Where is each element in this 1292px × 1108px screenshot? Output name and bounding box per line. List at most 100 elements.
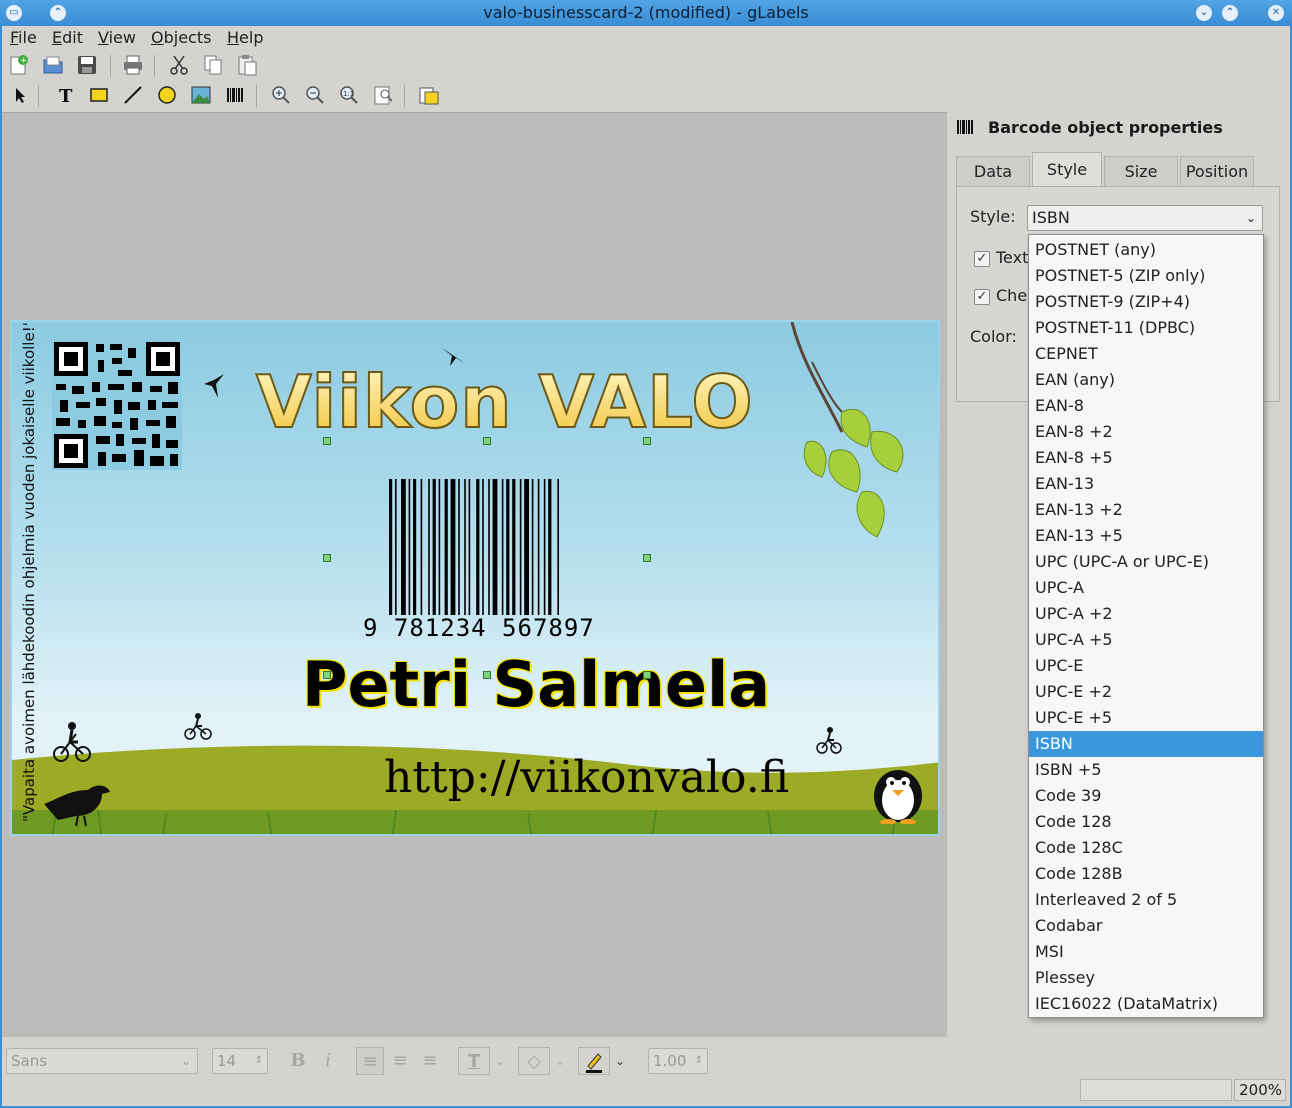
barcode-bar	[519, 479, 522, 615]
menu-objects[interactable]: Objects	[151, 28, 211, 47]
selection-handle[interactable]	[643, 554, 651, 562]
style-option[interactable]: EAN-8 +2	[1029, 419, 1263, 445]
zoom-fit-icon[interactable]	[370, 82, 396, 108]
line-width-spinner[interactable]: 1.00 ⇕	[648, 1048, 708, 1074]
box-icon[interactable]	[86, 82, 112, 108]
zoom-out-icon[interactable]	[302, 82, 328, 108]
style-option[interactable]: EAN-8	[1029, 393, 1263, 419]
style-option[interactable]: Plessey	[1029, 965, 1263, 991]
font-size-spinner[interactable]: 14 ⇕	[212, 1048, 268, 1074]
style-option[interactable]: POSTNET (any)	[1029, 237, 1263, 263]
style-option[interactable]: UPC-E	[1029, 653, 1263, 679]
text-icon[interactable]: T	[52, 82, 78, 108]
selection-handle[interactable]	[323, 554, 331, 562]
menu-help[interactable]: Help	[227, 28, 263, 47]
align-left-icon[interactable]: ≡	[356, 1047, 384, 1075]
barcode-bar	[531, 479, 534, 615]
selection-handle[interactable]	[643, 671, 651, 679]
image-icon[interactable]	[188, 82, 214, 108]
style-option[interactable]: Code 128C	[1029, 835, 1263, 861]
italic-icon[interactable]: i	[314, 1047, 342, 1075]
style-option[interactable]: UPC-E +2	[1029, 679, 1263, 705]
style-option[interactable]: EAN-8 +5	[1029, 445, 1263, 471]
cut-icon[interactable]	[166, 52, 192, 78]
barcode-bar	[548, 479, 552, 615]
menu-file[interactable]: File	[10, 28, 37, 47]
chevron-down-icon[interactable]: ⌄	[612, 1047, 628, 1075]
align-right-icon[interactable]: ≡	[416, 1047, 444, 1075]
selection-handle[interactable]	[483, 437, 491, 445]
copy-icon[interactable]	[200, 52, 226, 78]
style-option[interactable]: UPC-A	[1029, 575, 1263, 601]
menu-view[interactable]: View	[98, 28, 136, 47]
selection-handle[interactable]	[643, 437, 651, 445]
font-family-select[interactable]: Sans ⌄	[6, 1048, 198, 1074]
style-option[interactable]: Code 39	[1029, 783, 1263, 809]
style-option[interactable]: EAN-13 +2	[1029, 497, 1263, 523]
text-checkbox[interactable]: ✓	[974, 251, 990, 267]
maximize-icon[interactable]: ⌃	[1222, 5, 1238, 21]
tab-data[interactable]: Data	[956, 156, 1030, 186]
fill-color-icon[interactable]: ◇	[518, 1047, 550, 1075]
chevron-down-icon[interactable]: ⌄	[552, 1047, 568, 1075]
ellipse-icon[interactable]	[154, 82, 180, 108]
card-url[interactable]: http://viikonvalo.fi	[384, 752, 789, 803]
selection-handle[interactable]	[483, 671, 491, 679]
style-option[interactable]: UPC-E +5	[1029, 705, 1263, 731]
style-option[interactable]: EAN-13 +5	[1029, 523, 1263, 549]
minimize-icon[interactable]: ⌄	[1196, 5, 1212, 21]
barcode-bar	[492, 479, 498, 615]
style-option[interactable]: Codabar	[1029, 913, 1263, 939]
style-option[interactable]: POSTNET-5 (ZIP only)	[1029, 263, 1263, 289]
tab-size[interactable]: Size	[1104, 156, 1178, 186]
merge-properties-icon[interactable]	[416, 82, 442, 108]
checksum-checkbox[interactable]: ✓	[974, 289, 990, 305]
vertical-slogan[interactable]: "Vapaita avoimen lähdekoodin ohjelmia vu…	[20, 322, 38, 822]
close-icon[interactable]: ✕	[1268, 5, 1284, 21]
style-option[interactable]: ISBN	[1029, 731, 1263, 757]
tab-position[interactable]: Position	[1180, 156, 1254, 186]
selection-handle[interactable]	[323, 671, 331, 679]
paste-icon[interactable]	[234, 52, 260, 78]
style-option[interactable]: Code 128	[1029, 809, 1263, 835]
align-center-icon[interactable]: ≡	[386, 1047, 414, 1075]
isbn-barcode[interactable]	[385, 479, 613, 615]
style-option[interactable]: MSI	[1029, 939, 1263, 965]
open-icon[interactable]	[40, 52, 66, 78]
style-option[interactable]: IEC16022 (DataMatrix)	[1029, 991, 1263, 1017]
card-name[interactable]: Petri Salmela	[302, 648, 770, 721]
zoom-in-icon[interactable]	[268, 82, 294, 108]
pointer-icon[interactable]	[6, 82, 32, 108]
bold-icon[interactable]: B	[284, 1047, 312, 1075]
menubar: File Edit View Objects Help	[2, 26, 1290, 50]
line-color-icon[interactable]	[578, 1047, 610, 1075]
selection-handle[interactable]	[323, 437, 331, 445]
style-option[interactable]: ISBN +5	[1029, 757, 1263, 783]
menu-edit[interactable]: Edit	[52, 28, 83, 47]
style-option[interactable]: EAN-13	[1029, 471, 1263, 497]
style-select[interactable]: ISBN ⌄	[1027, 205, 1263, 231]
zoom-1to1-icon[interactable]: 1:1	[336, 82, 362, 108]
style-option[interactable]: Code 128B	[1029, 861, 1263, 887]
line-icon[interactable]	[120, 82, 146, 108]
style-dropdown-list[interactable]: POSTNET (any) POSTNET-5 (ZIP only) POSTNET…	[1028, 234, 1264, 1018]
save-icon[interactable]	[74, 52, 100, 78]
new-icon[interactable]: +	[6, 52, 32, 78]
style-option[interactable]: UPC-A +5	[1029, 627, 1263, 653]
barcode-bar	[524, 479, 529, 615]
label-card[interactable]: "Vapaita avoimen lähdekoodin ohjelmia vu…	[10, 320, 940, 836]
style-option[interactable]: POSTNET-9 (ZIP+4)	[1029, 289, 1263, 315]
style-option[interactable]: UPC-A +2	[1029, 601, 1263, 627]
barcode-icon[interactable]	[222, 82, 248, 108]
style-option[interactable]: POSTNET-11 (DPBC)	[1029, 315, 1263, 341]
style-option[interactable]: CEPNET	[1029, 341, 1263, 367]
text-color-icon[interactable]: T	[458, 1047, 490, 1075]
chevron-down-icon[interactable]: ⌄	[492, 1047, 508, 1075]
style-option[interactable]: Interleaved 2 of 5	[1029, 887, 1263, 913]
card-title[interactable]: Viikon VALO	[255, 359, 754, 445]
swallow-bird-icon	[204, 374, 224, 398]
tab-style[interactable]: Style	[1032, 152, 1102, 186]
print-icon[interactable]	[120, 52, 146, 78]
style-option[interactable]: UPC (UPC-A or UPC-E)	[1029, 549, 1263, 575]
style-option[interactable]: EAN (any)	[1029, 367, 1263, 393]
